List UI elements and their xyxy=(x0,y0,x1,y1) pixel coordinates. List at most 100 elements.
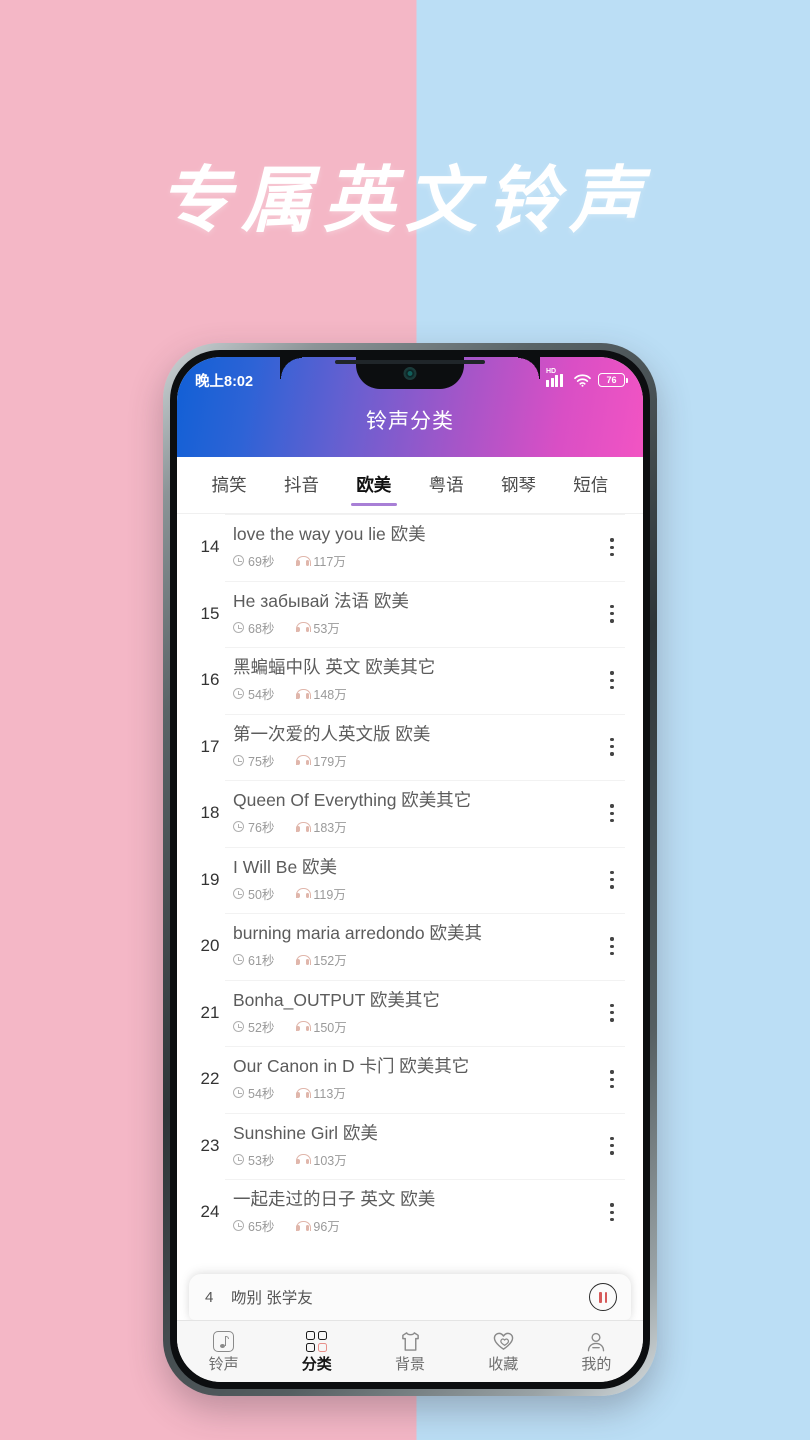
nav-label: 分类 xyxy=(301,1356,332,1373)
pause-button[interactable] xyxy=(589,1283,617,1311)
row-number: 14 xyxy=(200,537,220,557)
plays-text: 179万 xyxy=(313,754,347,769)
plays-meta: 96万 xyxy=(296,1216,340,1235)
duration-meta: 54秒 xyxy=(233,1083,274,1102)
plays-text: 103万 xyxy=(313,1153,347,1168)
row-number: 24 xyxy=(200,1202,220,1222)
clock-icon xyxy=(233,754,244,766)
mini-player[interactable]: 4 吻别 张学友 xyxy=(189,1274,631,1320)
table-row[interactable]: 18 Queen Of Everything 欧美其它 76秒 183万 xyxy=(177,780,643,847)
row-more-button[interactable] xyxy=(599,870,625,889)
tab-gangqin[interactable]: 钢琴 xyxy=(482,457,554,514)
signal-bars-icon: HD xyxy=(546,368,567,387)
clock-icon xyxy=(233,688,244,700)
tshirt-icon xyxy=(399,1331,421,1353)
duration-text: 76秒 xyxy=(248,821,275,836)
table-row[interactable]: 19 I Will Be 欧美 50秒 119万 xyxy=(177,846,643,914)
nav-item-wallpaper[interactable]: 背景 xyxy=(363,1331,456,1372)
row-more-button[interactable] xyxy=(599,538,625,557)
tab-duanxin[interactable]: 短信 xyxy=(555,457,627,514)
promo-poster: 专属英文铃声 晚上8:02 HD 76 铃声分类 搞笑 抖音 欧美 粤语 钢琴 … xyxy=(0,0,810,1440)
mini-player-title: 吻别 张学友 xyxy=(231,1290,313,1307)
person-icon xyxy=(585,1331,607,1353)
duration-meta: 75秒 xyxy=(233,751,274,770)
hd-label: HD xyxy=(546,367,557,375)
table-row[interactable]: 23 Sunshine Girl 欧美 53秒 103万 xyxy=(177,1112,643,1180)
duration-meta: 68秒 xyxy=(233,618,274,637)
headphone-icon xyxy=(296,1154,312,1165)
ringtone-list[interactable]: 66秒 29万 14love the xyxy=(177,514,643,1262)
clock-icon xyxy=(233,887,244,899)
row-more-button[interactable] xyxy=(599,671,625,690)
status-indicators: HD 76 xyxy=(546,368,628,387)
row-more-button[interactable] xyxy=(599,1003,625,1022)
row-body: Не забывай 法语 欧美 68秒 53万 xyxy=(229,591,599,637)
row-more-button[interactable] xyxy=(599,937,625,956)
table-row[interactable]: 17 第一次爱的人英文版 欧美 75秒 179万 xyxy=(177,713,643,781)
clock-icon xyxy=(233,1087,244,1099)
plays-meta: 119万 xyxy=(296,884,346,903)
tab-gaoxiao[interactable]: 搞笑 xyxy=(193,457,265,514)
row-number: 23 xyxy=(200,1135,220,1155)
table-row[interactable]: 24 一起走过的日子 英文 欧美 65秒 96万 xyxy=(177,1179,643,1246)
tab-label: 短信 xyxy=(573,474,609,495)
duration-meta: 69秒 xyxy=(233,551,274,570)
table-row[interactable]: 16 黑蝙蝠中队 英文 欧美其它 54秒 148万 xyxy=(177,647,643,714)
row-more-button[interactable] xyxy=(599,604,625,623)
table-row[interactable]: 14 love the way you lie 欧美 69秒 117万 xyxy=(177,514,643,581)
row-meta: 53秒 103万 xyxy=(233,1150,599,1169)
tab-yueyu[interactable]: 粤语 xyxy=(410,457,482,514)
duration-meta: 76秒 xyxy=(233,817,274,836)
row-title: Sunshine Girl 欧美 xyxy=(233,1122,378,1143)
row-title: I Will Be 欧美 xyxy=(233,856,338,877)
table-row[interactable]: 21 Bonha_OUTPUT 欧美其它 52秒 150万 xyxy=(177,979,643,1047)
duration-meta: 54秒 xyxy=(233,684,274,703)
row-more-button[interactable] xyxy=(599,1070,625,1089)
row-meta: 65秒 96万 xyxy=(233,1216,599,1235)
row-more-button[interactable] xyxy=(599,804,625,823)
row-number: 21 xyxy=(200,1002,220,1022)
clock-icon xyxy=(233,954,244,966)
plays-meta: 152万 xyxy=(296,950,347,969)
tab-douyin[interactable]: 抖音 xyxy=(265,457,337,514)
nav-item-profile[interactable]: 我的 xyxy=(550,1331,643,1372)
row-more-button[interactable] xyxy=(599,737,625,756)
row-title: love the way you lie 欧美 xyxy=(233,524,426,545)
table-row[interactable]: 20 burning maria arredondo 欧美其 61秒 152万 xyxy=(177,913,643,980)
row-meta: 75秒 179万 xyxy=(233,751,599,770)
headphone-icon xyxy=(296,1021,312,1032)
battery-level: 76 xyxy=(606,375,617,385)
notch-wing-right xyxy=(518,357,540,379)
nav-item-favorites[interactable]: 收藏 xyxy=(457,1331,550,1372)
nav-item-ringtones[interactable]: 铃声 xyxy=(177,1331,270,1372)
duration-text: 68秒 xyxy=(248,621,275,636)
tab-label: 粤语 xyxy=(428,474,464,495)
table-row[interactable]: 15 Не забывай 法语 欧美 68秒 53万 xyxy=(177,580,643,648)
row-more-button[interactable] xyxy=(599,1203,625,1222)
duration-text: 69秒 xyxy=(248,555,275,570)
row-title: Bonha_OUTPUT 欧美其它 xyxy=(233,989,440,1010)
tab-oumei[interactable]: 欧美 xyxy=(338,457,410,514)
row-meta: 52秒 150万 xyxy=(233,1017,599,1036)
row-meta: 76秒 183万 xyxy=(233,817,599,836)
headphone-icon xyxy=(296,755,312,766)
table-row[interactable]: 22 Our Canon in D 卡门 欧美其它 54秒 113万 xyxy=(177,1046,643,1113)
row-meta: 68秒 53万 xyxy=(233,618,599,637)
headphone-icon xyxy=(296,954,312,965)
row-title: 黑蝙蝠中队 英文 欧美其它 xyxy=(233,657,436,678)
row-more-button[interactable] xyxy=(599,1136,625,1155)
phone-bezel: 晚上8:02 HD 76 铃声分类 搞笑 抖音 欧美 粤语 钢琴 短信 14 l… xyxy=(170,350,650,1389)
plays-meta: 103万 xyxy=(296,1150,347,1169)
duration-text: 54秒 xyxy=(248,1087,275,1102)
row-body: love the way you lie 欧美 69秒 117万 xyxy=(229,524,599,570)
row-meta: 54秒 148万 xyxy=(233,684,599,703)
row-number: 18 xyxy=(200,803,220,823)
row-title: 第一次爱的人英文版 欧美 xyxy=(233,723,431,744)
music-note-icon xyxy=(212,1331,235,1353)
row-number: 16 xyxy=(200,670,220,690)
plays-text: 152万 xyxy=(313,954,347,969)
plays-text: 119万 xyxy=(313,887,346,902)
nav-item-categories[interactable]: 分类 xyxy=(270,1331,363,1372)
battery-icon: 76 xyxy=(598,373,628,387)
wifi-icon xyxy=(574,373,591,387)
